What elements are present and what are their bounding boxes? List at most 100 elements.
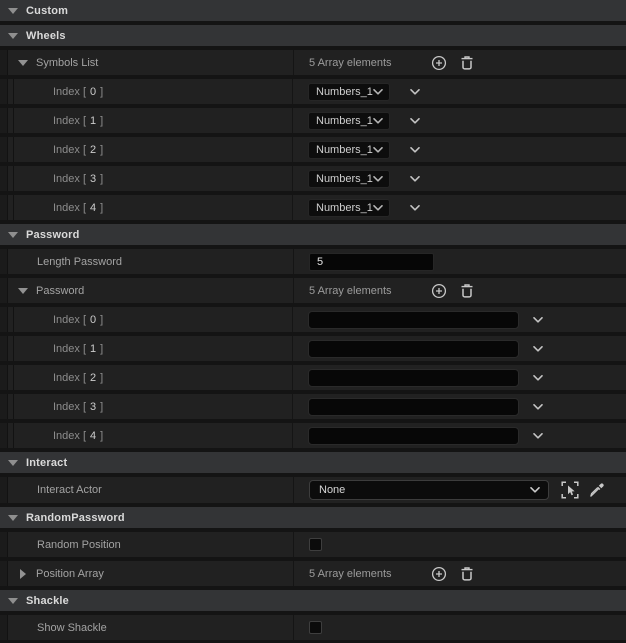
property-row-symbols-list-index-1: Index [1] Numbers_1 [0, 108, 626, 133]
caret-down-icon[interactable] [8, 459, 18, 466]
caret-down-icon[interactable] [8, 32, 18, 39]
property-label: Interact Actor [37, 484, 102, 496]
symbols-list-index-1-element-options-button[interactable] [410, 117, 420, 124]
caret-right-icon[interactable] [18, 568, 28, 579]
symbols-list-index-4-enum-dropdown[interactable]: Numbers_1 [308, 198, 390, 217]
array-elements-count: 5 Array elements [309, 56, 392, 69]
indent-gutter [0, 394, 8, 419]
plus-circle-icon [431, 566, 447, 581]
password-index-1-label-index: 1 [90, 342, 97, 355]
name-cell: Index [0] [14, 79, 293, 104]
add-element-button[interactable] [431, 55, 447, 71]
password-index-3-label-prefix: Index [ [53, 400, 87, 413]
password-index-1-text-input[interactable] [308, 339, 519, 358]
password-index-3-element-options-button[interactable] [533, 403, 543, 410]
password-index-0-text-input[interactable] [308, 310, 519, 329]
enum-selected-value: Numbers_1 [316, 143, 373, 156]
value-cell: 5 Array elements [294, 278, 626, 303]
caret-down-icon[interactable] [8, 514, 18, 521]
password-index-4-text-input[interactable] [308, 426, 519, 445]
property-label: Random Position [37, 538, 121, 551]
clear-array-button[interactable] [460, 55, 474, 71]
password-index-1-label-suffix: ] [100, 342, 104, 355]
password-index-2-element-options-button[interactable] [533, 374, 543, 381]
value-cell [293, 365, 626, 390]
category-row-password[interactable]: Password [0, 224, 626, 245]
caret-down-icon[interactable] [8, 7, 18, 14]
symbols-list-index-0-label-index: 0 [90, 85, 97, 98]
value-cell: 5 [294, 249, 626, 274]
property-row-password-index-0: Index [0] [0, 307, 626, 332]
show-shackle-checkbox[interactable] [309, 621, 322, 634]
indent-gutter [0, 336, 8, 361]
property-row-symbols-list-index-0: Index [0] Numbers_1 [0, 79, 626, 104]
symbols-list-index-3-label-suffix: ] [100, 172, 104, 185]
indent-gutter [0, 365, 8, 390]
value-cell: Numbers_1 [293, 166, 626, 191]
name-cell: Position Array [8, 561, 294, 586]
symbols-list-index-2-label-prefix: Index [ [53, 143, 87, 156]
property-label: Position Array [36, 567, 104, 580]
symbols-list-index-2-element-options-button[interactable] [410, 146, 420, 153]
symbols-list-index-0-enum-dropdown[interactable]: Numbers_1 [308, 82, 390, 101]
array-elements-count: 5 Array elements [309, 567, 392, 580]
password-index-0-element-options-button[interactable] [533, 316, 543, 323]
enum-selected-value: Numbers_1 [316, 114, 373, 127]
category-row-custom[interactable]: Custom [0, 0, 626, 21]
category-label: Custom [26, 4, 69, 17]
password-index-4-label-index: 4 [90, 429, 97, 442]
caret-down-icon[interactable] [8, 597, 18, 604]
symbols-list-index-0-label-prefix: Index [ [53, 85, 87, 98]
eyedropper-icon[interactable] [589, 482, 605, 498]
symbols-list-index-0-element-options-button[interactable] [410, 88, 420, 95]
value-cell: Numbers_1 [293, 137, 626, 162]
password-index-0-label-suffix: ] [100, 313, 104, 326]
add-element-button[interactable] [431, 283, 447, 299]
category-row-wheels[interactable]: Wheels [0, 25, 626, 46]
add-element-button[interactable] [431, 566, 447, 582]
password-index-1-element-options-button[interactable] [533, 345, 543, 352]
value-cell [293, 394, 626, 419]
password-index-2-text-input[interactable] [308, 368, 519, 387]
length-password-input[interactable]: 5 [309, 252, 434, 271]
interact-actor-combobox[interactable]: None [309, 480, 549, 500]
property-row-interact-actor: Interact Actor None [0, 477, 626, 503]
password-index-0-label-prefix: Index [ [53, 313, 87, 326]
indent-gutter [0, 307, 8, 332]
category-label: Interact [26, 456, 68, 469]
caret-down-icon[interactable] [18, 287, 28, 294]
caret-down-icon[interactable] [18, 59, 28, 66]
symbols-list-index-1-enum-dropdown[interactable]: Numbers_1 [308, 111, 390, 130]
caret-down-icon[interactable] [8, 231, 18, 238]
clear-array-button[interactable] [460, 283, 474, 299]
symbols-list-index-3-element-options-button[interactable] [410, 175, 420, 182]
value-cell [294, 615, 626, 640]
name-cell: Password [8, 278, 294, 303]
indent-gutter [0, 50, 8, 75]
property-row-password: Password 5 Array elements [0, 278, 626, 303]
category-row-randompassword[interactable]: RandomPassword [0, 507, 626, 528]
symbols-list-index-2-enum-dropdown[interactable]: Numbers_1 [308, 140, 390, 159]
value-cell [293, 336, 626, 361]
category-row-interact[interactable]: Interact [0, 452, 626, 473]
combobox-selected-value: None [319, 484, 346, 496]
password-index-3-text-input[interactable] [308, 397, 519, 416]
password-index-4-element-options-button[interactable] [533, 432, 543, 439]
category-row-shackle[interactable]: Shackle [0, 590, 626, 611]
name-cell: Index [0] [14, 307, 293, 332]
chevron-down-icon [373, 88, 383, 95]
random-position-checkbox[interactable] [309, 538, 322, 551]
password-index-4-label-suffix: ] [100, 429, 104, 442]
indent-gutter [0, 278, 8, 303]
clear-array-button[interactable] [460, 566, 474, 582]
symbols-list-index-4-element-options-button[interactable] [410, 204, 420, 211]
name-cell: Index [2] [14, 365, 293, 390]
symbols-list-index-3-enum-dropdown[interactable]: Numbers_1 [308, 169, 390, 188]
value-cell [293, 423, 626, 448]
property-row-symbols-list-index-2: Index [2] Numbers_1 [0, 137, 626, 162]
property-row-random-position: Random Position [0, 532, 626, 557]
symbols-list-index-4-label-suffix: ] [100, 201, 104, 214]
plus-circle-icon [431, 283, 447, 298]
pick-actor-icon[interactable] [561, 481, 579, 499]
name-cell: Index [1] [14, 336, 293, 361]
